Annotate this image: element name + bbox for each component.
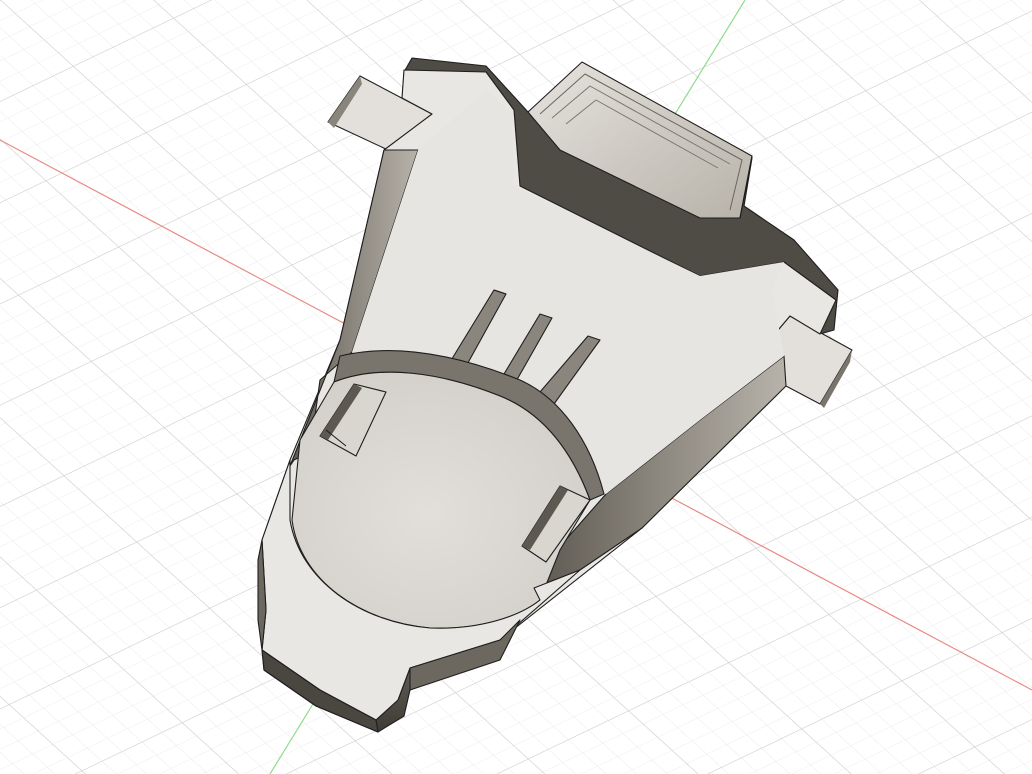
viewport-canvas[interactable] xyxy=(0,0,1032,774)
3d-viewport[interactable] xyxy=(0,0,1032,774)
